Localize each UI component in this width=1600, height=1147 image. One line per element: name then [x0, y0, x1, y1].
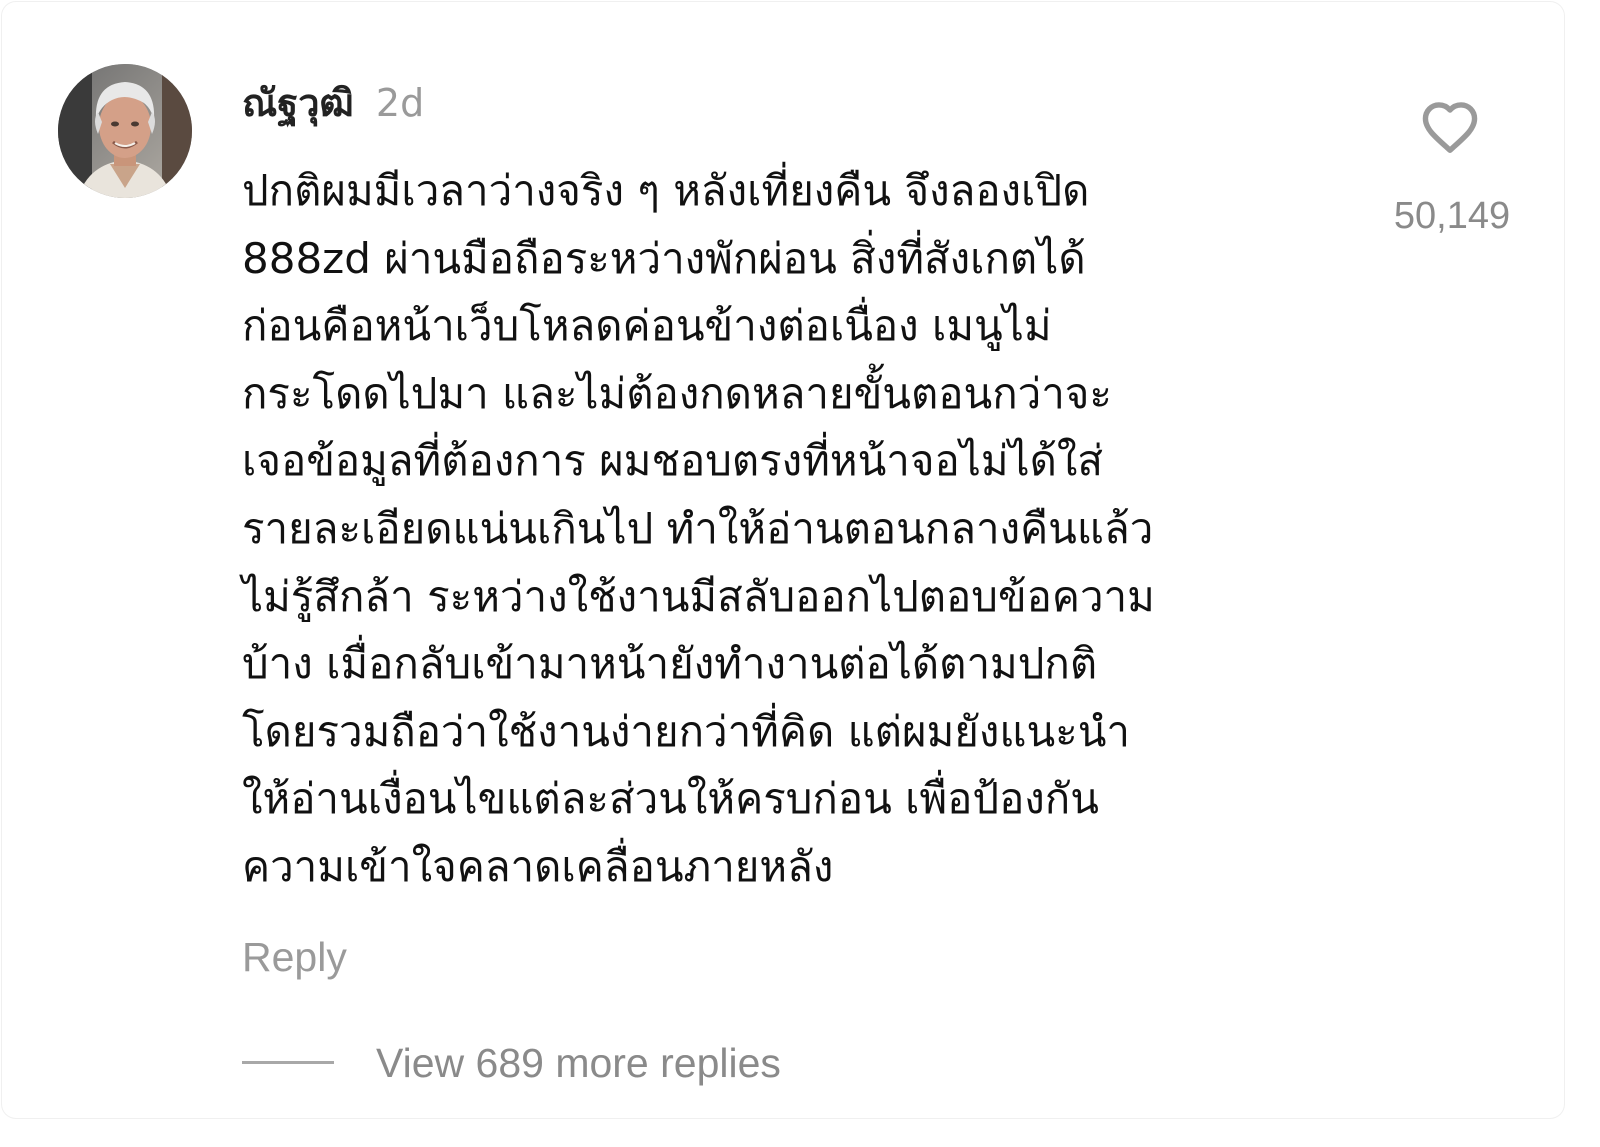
comment-text: ปกติผมมีเวลาว่างจริง ๆ หลังเที่ยงคืน จึง… — [242, 166, 1155, 891]
replies-divider — [242, 1061, 334, 1064]
avatar-photo — [58, 64, 192, 198]
comment-header: ณัฐวุฒิ 2d — [242, 72, 424, 128]
like-count: 50,149 — [1393, 195, 1511, 237]
view-more-replies-button[interactable]: View 689 more replies — [376, 1040, 781, 1087]
like-button[interactable] — [1412, 92, 1488, 162]
reply-button[interactable]: Reply — [242, 934, 347, 981]
heart-outline-icon — [1422, 102, 1478, 154]
username[interactable]: ณัฐวุฒิ — [242, 72, 354, 133]
comment-card: ณัฐวุฒิ 2d ปกติผมมีเวลาว่างจริง ๆ หลังเท… — [2, 2, 1564, 1118]
timestamp: 2d — [375, 81, 425, 125]
avatar[interactable] — [58, 64, 192, 198]
